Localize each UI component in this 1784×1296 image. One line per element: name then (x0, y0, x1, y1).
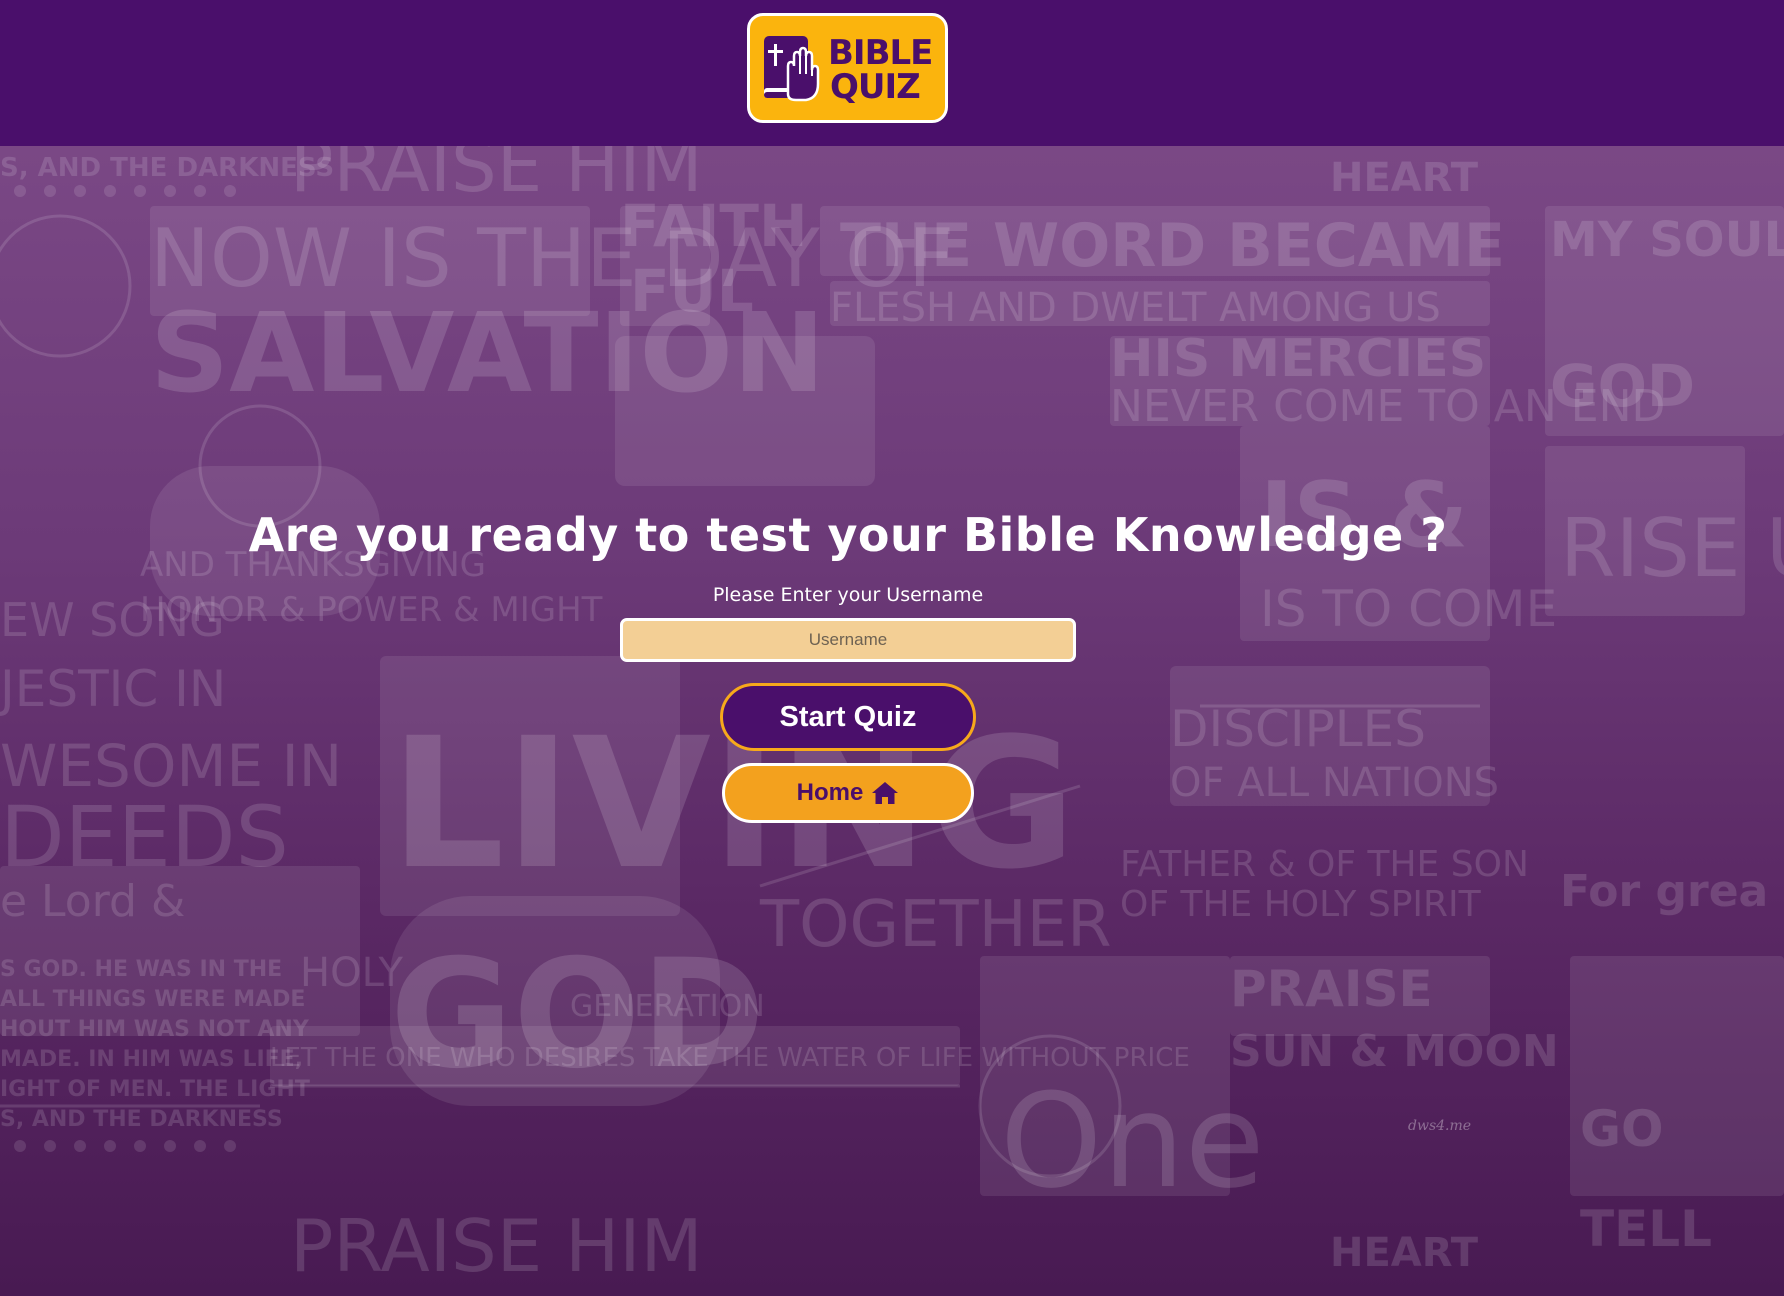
username-input[interactable] (620, 618, 1076, 662)
logo-line-1: BIBLE (828, 33, 933, 73)
bible-quiz-logo[interactable]: BIBLE QUIZ (747, 13, 948, 123)
username-prompt: Please Enter your Username (712, 584, 984, 606)
start-quiz-button[interactable]: Start Quiz (720, 683, 976, 751)
home-label: Home (796, 779, 864, 806)
home-icon (872, 782, 899, 804)
background-watermark: dws4.me (1408, 1118, 1472, 1134)
logo-line-2: QUIZ (830, 67, 921, 107)
page: BIBLE QUIZ S, AND THE DARKNESS PRAISE HI… (0, 0, 1784, 1296)
home-button[interactable]: Home (722, 763, 974, 823)
header-bar: BIBLE QUIZ (0, 0, 1784, 146)
logo-text: BIBLE QUIZ (828, 33, 945, 107)
quiz-start-panel: Are you ready to test your Bible Knowled… (0, 146, 1784, 1296)
start-quiz-label: Start Quiz (779, 700, 917, 733)
page-headline: Are you ready to test your Bible Knowled… (248, 508, 1448, 562)
hand-on-bible-icon (764, 36, 820, 102)
